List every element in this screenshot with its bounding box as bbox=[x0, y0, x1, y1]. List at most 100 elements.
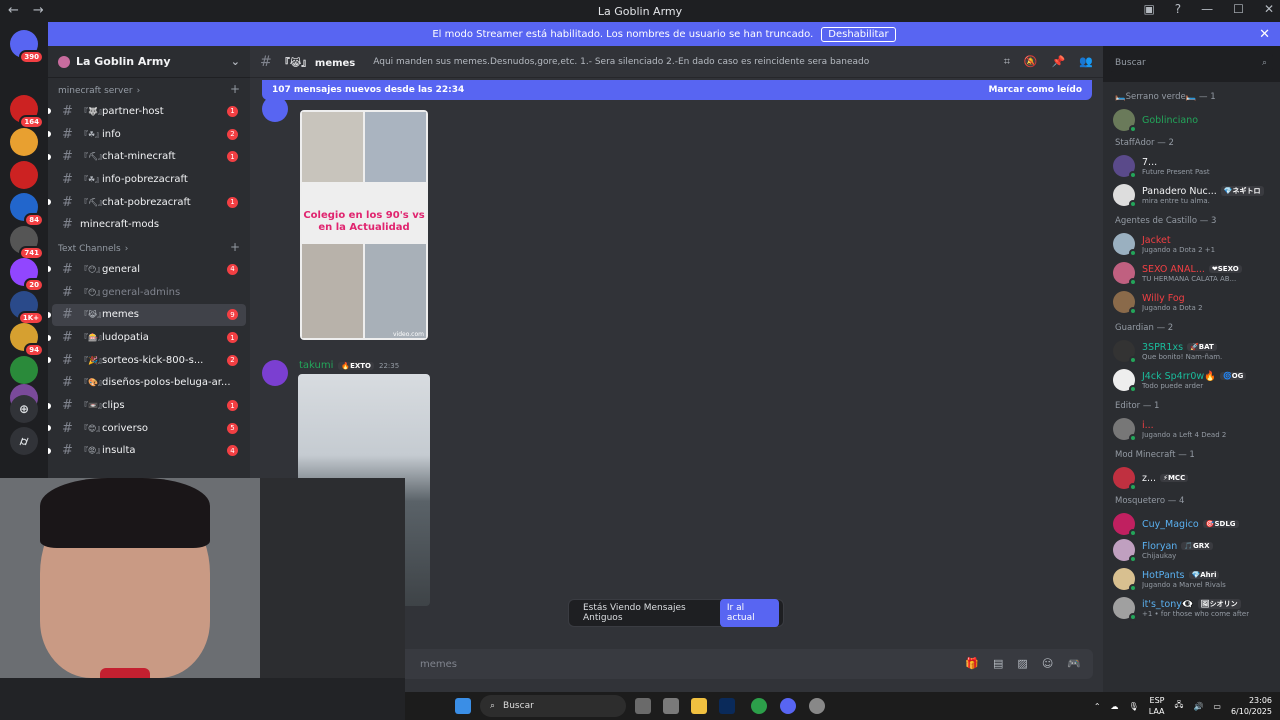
members-search[interactable]: Buscar ⌕ bbox=[1109, 53, 1273, 72]
channel-item[interactable]: # 『📼』 clips 1 bbox=[48, 394, 246, 417]
help-icon[interactable]: ? bbox=[1175, 2, 1181, 16]
server-icon[interactable] bbox=[10, 161, 38, 189]
app-icon[interactable] bbox=[663, 698, 679, 714]
server-icon[interactable]: 20 bbox=[10, 258, 44, 292]
member-item[interactable]: Jacket Jugando a Dota 2 +1 bbox=[1113, 232, 1273, 257]
channel-item[interactable]: # 『😡』 insulta 4 bbox=[48, 440, 246, 463]
channel-item[interactable]: # minecraft-mods bbox=[52, 213, 246, 236]
member-item[interactable]: Floryan 🎵GRX Chijaukay bbox=[1113, 538, 1273, 563]
member-item[interactable]: Willy Fog Jugando a Dota 2 bbox=[1113, 290, 1273, 315]
threads-icon[interactable]: ⌗ bbox=[1004, 55, 1010, 69]
member-item[interactable]: J4ck Sp4rr0w🔥 🌀OG Todo puede arder bbox=[1113, 368, 1273, 393]
taskbar-search[interactable]: ⌕ Buscar bbox=[480, 695, 626, 717]
close-window-icon[interactable]: ✕ bbox=[1264, 2, 1274, 16]
add-channel-icon[interactable]: + bbox=[230, 82, 240, 96]
server-icon[interactable]: 94 bbox=[10, 323, 44, 357]
add-server-icon[interactable]: ⊕ bbox=[10, 395, 38, 423]
meme-image[interactable]: Colegio en los 90's vs en la Actualidad … bbox=[300, 110, 428, 340]
gif-icon[interactable]: ▤ bbox=[993, 657, 1003, 670]
channel-item[interactable]: # 『😊』 coriverso 5 bbox=[48, 417, 246, 440]
close-banner-icon[interactable]: ✕ bbox=[1259, 27, 1270, 42]
discord-icon[interactable] bbox=[780, 698, 796, 714]
channel-title: 『😹』 memes bbox=[280, 54, 356, 69]
add-channel-icon[interactable]: + bbox=[230, 240, 240, 254]
guild-header[interactable]: La Goblin Army ⌄ bbox=[48, 46, 250, 78]
maximize-icon[interactable]: ☐ bbox=[1233, 2, 1244, 16]
avatar[interactable] bbox=[262, 96, 288, 122]
back-arrow-icon[interactable]: ← bbox=[8, 3, 19, 18]
member-group-label: Agentes de Castillo — 3 bbox=[1115, 216, 1217, 226]
member-item[interactable]: 7... Future Present Past bbox=[1113, 154, 1273, 179]
channel-category[interactable]: minecraft server › + bbox=[48, 78, 250, 100]
channel-item[interactable]: # 『🐺』 partner-host 1 bbox=[48, 100, 246, 123]
new-messages-bar[interactable]: 107 mensajes nuevos desde las 22:34 Marc… bbox=[262, 80, 1092, 100]
status-dot bbox=[1129, 385, 1137, 393]
guild-name: La Goblin Army bbox=[76, 55, 171, 68]
members-icon[interactable]: 👥 bbox=[1079, 55, 1093, 69]
notifications-muted-icon[interactable]: 🔕 bbox=[1024, 55, 1038, 69]
channel-item[interactable]: # 『😹』 memes 9 bbox=[48, 303, 246, 327]
minimize-icon[interactable]: — bbox=[1201, 2, 1213, 16]
channel-emoji: 『📼』 bbox=[80, 401, 106, 411]
member-item[interactable]: HotPants 💎Ahri Jugando a Marvel Rivals bbox=[1113, 567, 1273, 592]
windows-start-icon[interactable] bbox=[455, 698, 471, 714]
channel-emoji: 『⛏』 bbox=[80, 197, 107, 207]
channel-category[interactable]: Text Channels › + bbox=[48, 236, 250, 258]
chrome-icon[interactable] bbox=[751, 698, 767, 714]
server-icon[interactable] bbox=[10, 356, 38, 384]
channel-item[interactable]: # 『⛏』 chat-minecraft 1 bbox=[48, 145, 246, 168]
channel-item[interactable]: # 『☘』 info-pobrezacraft bbox=[52, 168, 246, 191]
avatar bbox=[1113, 184, 1137, 208]
keyboard-language[interactable]: ESP LAA bbox=[1149, 695, 1165, 717]
mark-read-button[interactable]: Marcar como leído bbox=[988, 85, 1082, 95]
server-icon[interactable]: 1K+ bbox=[10, 291, 44, 325]
file-explorer-icon[interactable] bbox=[691, 698, 707, 714]
volume-icon[interactable]: 🔊 bbox=[1193, 702, 1203, 711]
channel-item[interactable]: # 『☘』 info 2 bbox=[48, 123, 246, 146]
member-item[interactable]: Panadero Nuc... 💎ネギトロ mira entre tu alma. bbox=[1113, 183, 1273, 208]
channel-item[interactable]: # 『⛏』 chat-pobrezacraft 1 bbox=[48, 191, 246, 214]
member-item[interactable]: Cuy_Magico 🎯SDLG bbox=[1113, 512, 1273, 537]
discover-icon[interactable]: ⌭ bbox=[10, 427, 38, 455]
server-icon[interactable]: 164 bbox=[10, 95, 44, 129]
hash-icon: # bbox=[62, 103, 73, 119]
channel-item[interactable]: # 『🎨』 diseños-polos-beluga-ar... bbox=[52, 372, 246, 395]
emoji-icon[interactable]: ☺ bbox=[1042, 657, 1053, 670]
message-author[interactable]: takumi bbox=[299, 360, 333, 371]
app-icon[interactable] bbox=[809, 698, 825, 714]
pin-icon[interactable]: 📌 bbox=[1052, 55, 1066, 69]
jump-to-present-button[interactable]: Ir al actual bbox=[719, 599, 779, 627]
clock[interactable]: 23:06 6/10/2025 bbox=[1231, 695, 1272, 717]
server-icon[interactable]: 84 bbox=[10, 193, 44, 227]
forward-arrow-icon[interactable]: → bbox=[33, 3, 44, 18]
inbox-icon[interactable]: ▣ bbox=[1143, 2, 1154, 16]
avatar[interactable] bbox=[262, 360, 288, 386]
member-item[interactable]: SEXO ANAL... ❤SEXO TU HERMANA CALATA AB... bbox=[1113, 261, 1273, 286]
channel-item[interactable]: # 『🎰』 ludopatia 1 bbox=[48, 326, 246, 349]
member-item[interactable]: Goblinciano bbox=[1113, 108, 1273, 133]
channel-item[interactable]: # 『😶』 general 4 bbox=[48, 258, 246, 281]
photoshop-icon[interactable] bbox=[719, 698, 735, 714]
network-icon[interactable]: 🖧 bbox=[1175, 699, 1184, 713]
member-item[interactable]: z... ⚡MCC bbox=[1113, 466, 1273, 491]
server-icon[interactable] bbox=[10, 128, 38, 156]
channel-item[interactable]: # 『😶』 general-admins bbox=[52, 281, 246, 304]
sticker-icon[interactable]: ▨ bbox=[1017, 657, 1027, 670]
channel-emoji: 『😶』 bbox=[80, 264, 105, 274]
task-view-icon[interactable] bbox=[635, 698, 651, 714]
channel-item[interactable]: # 『🎉』 sorteos-kick-800-s... 2 bbox=[48, 349, 246, 372]
member-item[interactable]: 3SPR1xs 🚀BAT Que bonito! Ñam-ñam. bbox=[1113, 339, 1273, 364]
channel-list: minecraft server › + # 『🐺』 partner-host 1 # 『☘』… bbox=[48, 78, 250, 462]
server-icon[interactable]: 390 bbox=[10, 30, 44, 64]
unread-indicator bbox=[48, 357, 51, 364]
member-item[interactable]: it's_tony👁‍🗨 🖼シオリン +1 • for those who come… bbox=[1113, 596, 1273, 621]
mic-icon[interactable]: 🎙 bbox=[1129, 702, 1139, 711]
cloud-icon[interactable]: ☁ bbox=[1111, 702, 1119, 711]
apps-icon[interactable]: 🎮 bbox=[1067, 657, 1081, 670]
member-item[interactable]: i... Jugando a Left 4 Dead 2 bbox=[1113, 417, 1273, 442]
gift-icon[interactable]: 🎁 bbox=[965, 657, 979, 670]
battery-icon[interactable]: ▭ bbox=[1213, 702, 1221, 711]
server-icon[interactable]: 741 bbox=[10, 226, 44, 260]
chevron-up-icon[interactable]: ⌃ bbox=[1094, 702, 1101, 711]
disable-streamer-button[interactable]: Deshabilitar bbox=[821, 26, 896, 42]
